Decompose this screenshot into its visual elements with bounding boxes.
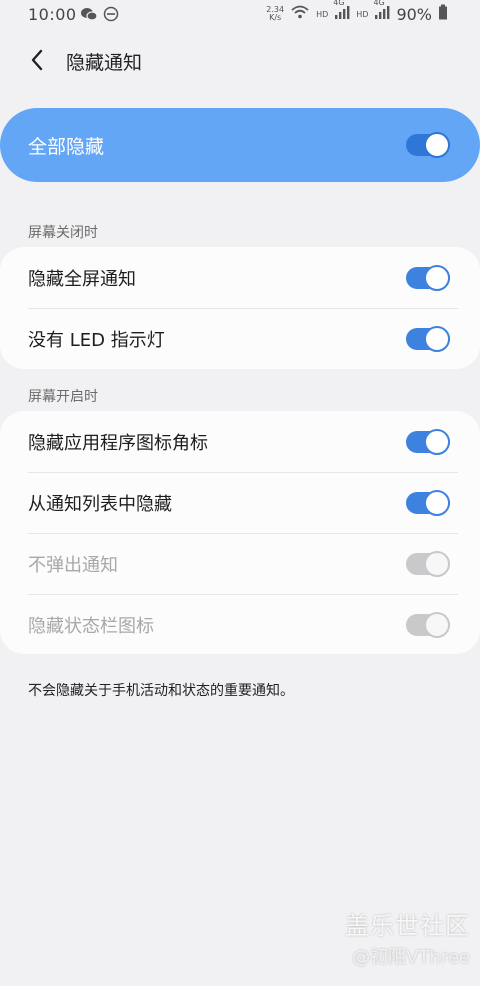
page-title: 隐藏通知 (66, 52, 143, 74)
row-label: 没有 LED 指示灯 (28, 330, 165, 351)
back-button[interactable] (22, 47, 52, 77)
hd-label-1: HD (316, 9, 329, 19)
screen-off-card: 隐藏全屏通知 没有 LED 指示灯 (0, 247, 480, 369)
hide-fullscreen-toggle[interactable] (406, 265, 450, 291)
signal-icon-1: 4G (333, 0, 350, 24)
row-no-popup: 不弹出通知 (0, 533, 480, 594)
row-label: 隐藏全屏通知 (28, 269, 136, 290)
watermark-brand: 盖乐世社区 (345, 912, 470, 940)
battery-percent: 90% (396, 4, 432, 24)
status-right-group: 2.34 K/s HD 4G HD 4G 90% (266, 0, 448, 24)
row-label: 隐藏状态栏图标 (28, 616, 154, 637)
do-not-disturb-icon (103, 6, 119, 26)
row-hide-app-badges[interactable]: 隐藏应用程序图标角标 (0, 411, 480, 472)
row-label: 从通知列表中隐藏 (28, 494, 172, 515)
wifi-icon (290, 4, 310, 24)
app-header: 隐藏通知 (0, 36, 480, 86)
hide-all-switch-row[interactable]: 全部隐藏 (0, 108, 480, 182)
hide-app-badges-toggle[interactable] (406, 429, 450, 455)
hide-statusbar-icons-toggle (406, 612, 450, 638)
lte-label-2: 4G (373, 0, 385, 7)
watermark-user: @初陌VThree (352, 947, 470, 968)
watermark: 盖乐世社区 @初陌VThree (345, 906, 470, 969)
footnote-text: 不会隐藏关于手机活动和状态的重要通知。 (28, 683, 294, 699)
row-label: 不弹出通知 (28, 555, 118, 576)
row-hide-statusbar-icons: 隐藏状态栏图标 (0, 594, 480, 655)
back-arrow-icon (30, 49, 44, 75)
section-header-screen-off: 屏幕关闭时 (28, 225, 98, 241)
status-time: 10:00 (28, 5, 77, 24)
hide-from-list-toggle[interactable] (406, 490, 450, 516)
wechat-icon (80, 6, 98, 26)
screen-on-card: 隐藏应用程序图标角标 从通知列表中隐藏 不弹出通知 隐藏状态栏图标 (0, 411, 480, 654)
hide-all-label: 全部隐藏 (28, 136, 105, 158)
no-led-toggle[interactable] (406, 326, 450, 352)
network-speed: 2.34 K/s (266, 6, 284, 22)
lte-label-1: 4G (333, 0, 345, 7)
hd-label-2: HD (356, 9, 369, 19)
hide-all-toggle[interactable] (406, 132, 450, 158)
network-speed-unit: K/s (269, 13, 282, 22)
signal-icon-2: 4G (373, 0, 390, 24)
row-hide-fullscreen[interactable]: 隐藏全屏通知 (0, 247, 480, 308)
row-hide-from-list[interactable]: 从通知列表中隐藏 (0, 472, 480, 533)
row-label: 隐藏应用程序图标角标 (28, 433, 208, 454)
row-no-led[interactable]: 没有 LED 指示灯 (0, 308, 480, 369)
no-popup-toggle (406, 551, 450, 577)
status-bar: 10:00 2.34 K/s HD 4G HD 4G 90% (0, 0, 480, 30)
section-header-screen-on: 屏幕开启时 (28, 389, 98, 405)
battery-icon (438, 4, 448, 24)
